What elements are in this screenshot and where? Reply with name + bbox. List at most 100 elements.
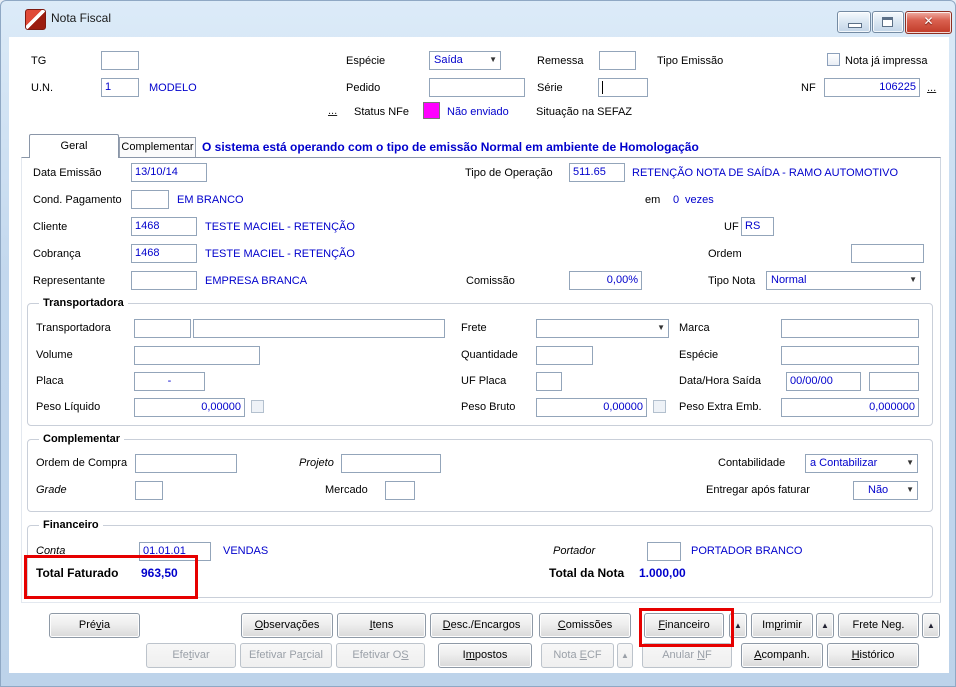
nota-ecf-expand-arrow-button[interactable]: ▲	[617, 643, 633, 668]
marca-field[interactable]	[781, 319, 919, 338]
status-nfe-more-link[interactable]: ...	[328, 105, 337, 118]
efetivar-parcial-button[interactable]: Efetivar Parcial	[240, 643, 332, 668]
transportadora-label: Transportadora	[36, 322, 111, 334]
representante-desc: EMPRESA BRANCA	[205, 275, 308, 287]
cobranca-field[interactable]: 1468	[131, 244, 197, 263]
transportadora-name-field[interactable]	[193, 319, 445, 338]
frete-neg-expand-arrow-button[interactable]: ▲	[922, 613, 940, 638]
quantidade-field[interactable]	[536, 346, 593, 365]
especie-value: Saída	[434, 54, 463, 66]
anular-nf-button[interactable]: Anular NF	[642, 643, 732, 668]
chevron-down-icon: ▼	[906, 485, 914, 494]
portador-label: Portador	[553, 545, 596, 557]
chevron-down-icon: ▼	[909, 275, 917, 284]
maximize-button[interactable]	[872, 11, 904, 33]
close-button[interactable]: ✕	[905, 11, 952, 34]
entregar-apos-faturar-label: Entregar após faturar	[706, 484, 810, 496]
financeiro-expand-arrow-button[interactable]: ▲	[729, 613, 747, 638]
cliente-field[interactable]: 1468	[131, 217, 197, 236]
un-desc: MODELO	[149, 82, 197, 94]
comissao-field[interactable]: 0,00%	[569, 271, 642, 290]
projeto-field[interactable]	[341, 454, 441, 473]
ordem-compra-field[interactable]	[135, 454, 237, 473]
desc-encargos-button[interactable]: Desc./Encargos	[430, 613, 533, 638]
chevron-down-icon: ▼	[906, 458, 914, 467]
conta-field[interactable]: 01.01.01	[139, 542, 211, 561]
quantidade-label: Quantidade	[461, 349, 518, 361]
placa-field[interactable]: -	[134, 372, 205, 391]
transportadora-code-field[interactable]	[134, 319, 191, 338]
conta-desc: VENDAS	[223, 545, 269, 557]
serie-field[interactable]	[598, 78, 648, 97]
portador-desc: PORTADOR BRANCO	[691, 545, 803, 557]
peso-bruto-checkbox[interactable]	[653, 400, 666, 413]
mercado-field[interactable]	[385, 481, 415, 500]
tab-geral[interactable]: Geral	[29, 134, 119, 158]
total-faturado-label: Total Faturado	[36, 566, 119, 580]
portador-field[interactable]	[647, 542, 681, 561]
minimize-button[interactable]	[837, 11, 871, 33]
acompanh-button[interactable]: Acompanh.	[741, 643, 823, 668]
efetivar-os-button[interactable]: Efetivar OS	[336, 643, 425, 668]
nota-ecf-button[interactable]: Nota ECF	[541, 643, 614, 668]
placa-label: Placa	[36, 375, 64, 387]
financeiro-legend: Financeiro	[39, 519, 103, 532]
entregar-apos-faturar-dropdown[interactable]: Não ▼	[853, 481, 918, 500]
peso-bruto-field[interactable]: 0,00000	[536, 398, 647, 417]
cobranca-label: Cobrança	[33, 248, 81, 260]
text-cursor	[602, 81, 603, 94]
efetivar-button[interactable]: Efetivar	[146, 643, 236, 668]
nf-more-link[interactable]: ...	[927, 82, 936, 95]
peso-extra-field[interactable]: 0,000000	[781, 398, 919, 417]
complementar-legend: Complementar	[39, 433, 125, 446]
representante-label: Representante	[33, 275, 106, 287]
especie-emb-field[interactable]	[781, 346, 919, 365]
observacoes-button[interactable]: Observações	[241, 613, 333, 638]
financeiro-button[interactable]: Financeiro	[644, 613, 724, 638]
nf-field[interactable]: 106225	[824, 78, 920, 97]
peso-liquido-field[interactable]: 0,00000	[134, 398, 245, 417]
window-title: Nota Fiscal	[51, 11, 112, 25]
contabilidade-dropdown[interactable]: a Contabilizar ▼	[805, 454, 918, 473]
titlebar[interactable]: Nota Fiscal ✕	[1, 1, 955, 37]
impostos-button[interactable]: Impostos	[438, 643, 532, 668]
volume-field[interactable]	[134, 346, 260, 365]
nota-ja-impressa-checkbox[interactable]	[827, 53, 840, 66]
uf-field[interactable]: RS	[741, 217, 774, 236]
situacao-sefaz-label: Situação na SEFAZ	[536, 106, 632, 118]
peso-liquido-checkbox[interactable]	[251, 400, 264, 413]
total-da-nota-label: Total da Nota	[549, 566, 625, 580]
frete-neg-button[interactable]: Frete Neg.	[838, 613, 919, 638]
tipo-operacao-field[interactable]: 511.65	[569, 163, 625, 182]
data-saida-field[interactable]: 00/00/00	[786, 372, 861, 391]
peso-liquido-label: Peso Líquido	[36, 401, 101, 413]
data-emissao-field[interactable]: 13/10/14	[131, 163, 207, 182]
historico-button[interactable]: Histórico	[827, 643, 919, 668]
imprimir-expand-arrow-button[interactable]: ▲	[816, 613, 834, 638]
total-faturado-value: 963,50	[141, 566, 178, 580]
contabilidade-value: a Contabilizar	[810, 457, 878, 469]
ordem-field[interactable]	[851, 244, 924, 263]
especie-dropdown[interactable]: Saída ▼	[429, 51, 501, 70]
remessa-field[interactable]	[599, 51, 636, 70]
tg-field[interactable]	[101, 51, 139, 70]
comissoes-button[interactable]: Comissões	[539, 613, 631, 638]
uf-label: UF	[724, 221, 739, 233]
cond-pagamento-field[interactable]	[131, 190, 169, 209]
uf-placa-field[interactable]	[536, 372, 562, 391]
imprimir-button[interactable]: Imprimir	[751, 613, 813, 638]
tab-complementar[interactable]: Complementar	[119, 137, 196, 158]
hora-saida-field[interactable]	[869, 372, 919, 391]
frete-dropdown[interactable]: ▼	[536, 319, 669, 338]
un-field[interactable]: 1	[101, 78, 139, 97]
tipo-nota-dropdown[interactable]: Normal ▼	[766, 271, 921, 290]
tg-label: TG	[31, 55, 47, 67]
grade-field[interactable]	[135, 481, 163, 500]
cobranca-desc: TESTE MACIEL - RETENÇÃO	[205, 248, 355, 260]
app-icon	[25, 9, 46, 30]
itens-button[interactable]: Itens	[337, 613, 426, 638]
tipo-operacao-desc: RETENÇÃO NOTA DE SAÍDA - RAMO AUTOMOTIVO	[632, 167, 899, 179]
pedido-field[interactable]	[429, 78, 525, 97]
representante-field[interactable]	[131, 271, 197, 290]
previa-button[interactable]: Prévia	[49, 613, 140, 638]
